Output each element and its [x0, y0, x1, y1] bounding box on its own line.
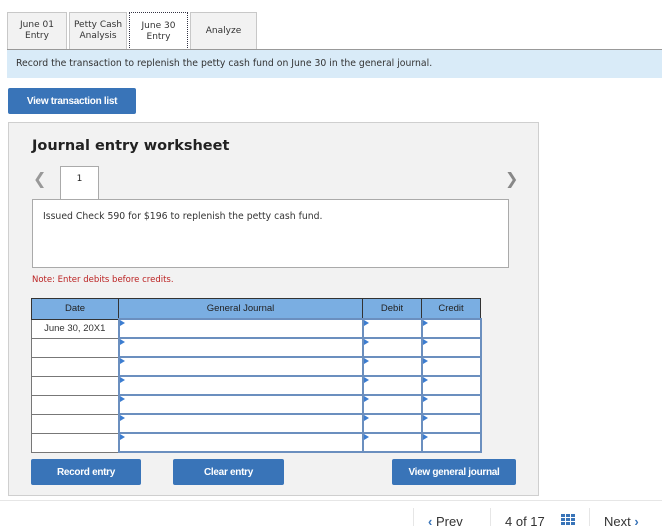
credit-input[interactable]: [420, 337, 482, 358]
account-input[interactable]: [117, 432, 364, 453]
table-row: [31, 337, 482, 358]
debit-input[interactable]: [361, 413, 423, 434]
nav-separator: [490, 508, 491, 526]
instruction-text: Record the transaction to replenish the …: [7, 49, 662, 78]
divider: [0, 500, 662, 501]
debit-input[interactable]: [361, 432, 423, 453]
debit-input[interactable]: [361, 318, 423, 339]
header-debit: Debit: [362, 298, 422, 320]
tab-june-30-entry[interactable]: June 30 Entry: [129, 12, 188, 50]
tab-label: June 01 Entry: [20, 20, 54, 41]
tab-bar: June 01 Entry Petty Cash Analysis June 3…: [7, 12, 259, 50]
account-input[interactable]: [117, 375, 364, 396]
prev-label: Prev: [435, 514, 463, 529]
view-transaction-list-button[interactable]: View transaction list: [8, 88, 136, 114]
table-header-row: Date General Journal Debit Credit: [31, 298, 481, 320]
table-row: [31, 413, 482, 434]
clear-entry-button[interactable]: Clear entry: [173, 459, 284, 485]
credit-input[interactable]: [420, 375, 482, 396]
chevron-right-icon: ›: [634, 514, 639, 529]
date-cell: [31, 432, 119, 453]
account-input[interactable]: [117, 337, 364, 358]
next-label: Next: [604, 514, 631, 529]
next-button[interactable]: Next ›: [604, 514, 639, 529]
table-row: [31, 394, 482, 415]
debit-input[interactable]: [361, 337, 423, 358]
chevron-left-icon: ‹: [428, 514, 433, 529]
account-input[interactable]: [117, 413, 364, 434]
prev-button[interactable]: ‹ Prev: [428, 514, 463, 529]
nav-separator: [589, 508, 590, 526]
date-cell: [31, 337, 119, 358]
nav-separator: [413, 508, 414, 526]
date-cell: [31, 356, 119, 377]
grid-icon[interactable]: [561, 514, 575, 526]
tab-analyze[interactable]: Analyze: [190, 12, 257, 49]
debit-input[interactable]: [361, 394, 423, 415]
chevron-left-icon[interactable]: ❮: [33, 169, 46, 188]
header-date: Date: [31, 298, 119, 320]
date-cell: June 30, 20X1: [31, 318, 119, 339]
transaction-description: Issued Check 590 for $196 to replenish t…: [32, 199, 509, 268]
tab-label: Analyze: [205, 25, 242, 36]
tab-label: June 30 Entry: [141, 20, 176, 42]
chevron-right-icon[interactable]: ❯: [505, 169, 518, 188]
debit-input[interactable]: [361, 375, 423, 396]
account-input[interactable]: [117, 394, 364, 415]
header-general-journal: General Journal: [118, 298, 363, 320]
credit-input[interactable]: [420, 318, 482, 339]
tab-label: Petty Cash Analysis: [73, 20, 123, 41]
credit-input[interactable]: [420, 356, 482, 377]
account-input[interactable]: [117, 356, 364, 377]
table-row: June 30, 20X1: [31, 318, 482, 339]
tab-june-01-entry[interactable]: June 01 Entry: [7, 12, 67, 49]
worksheet-page-tab[interactable]: 1: [60, 166, 99, 200]
table-row: [31, 375, 482, 396]
credit-input[interactable]: [420, 394, 482, 415]
table-row: [31, 356, 482, 377]
record-entry-button[interactable]: Record entry: [31, 459, 141, 485]
credit-input[interactable]: [420, 413, 482, 434]
view-general-journal-button[interactable]: View general journal: [392, 459, 516, 485]
header-credit: Credit: [421, 298, 481, 320]
note-text: Note: Enter debits before credits.: [32, 275, 174, 285]
date-cell: [31, 413, 119, 434]
date-cell: [31, 375, 119, 396]
table-row: [31, 432, 482, 453]
journal-entry-worksheet: Journal entry worksheet ❮ 1 ❯ Issued Che…: [8, 122, 539, 496]
debit-input[interactable]: [361, 356, 423, 377]
page-indicator: 4 of 17: [505, 514, 545, 529]
credit-input[interactable]: [420, 432, 482, 453]
worksheet-title: Journal entry worksheet: [32, 138, 230, 154]
journal-table: Date General Journal Debit Credit June 3…: [31, 298, 482, 453]
tab-petty-cash-analysis[interactable]: Petty Cash Analysis: [69, 12, 127, 49]
account-input[interactable]: [117, 318, 364, 339]
date-cell: [31, 394, 119, 415]
bottom-navigation: ‹ Prev 4 of 17 Next ›: [0, 508, 662, 529]
